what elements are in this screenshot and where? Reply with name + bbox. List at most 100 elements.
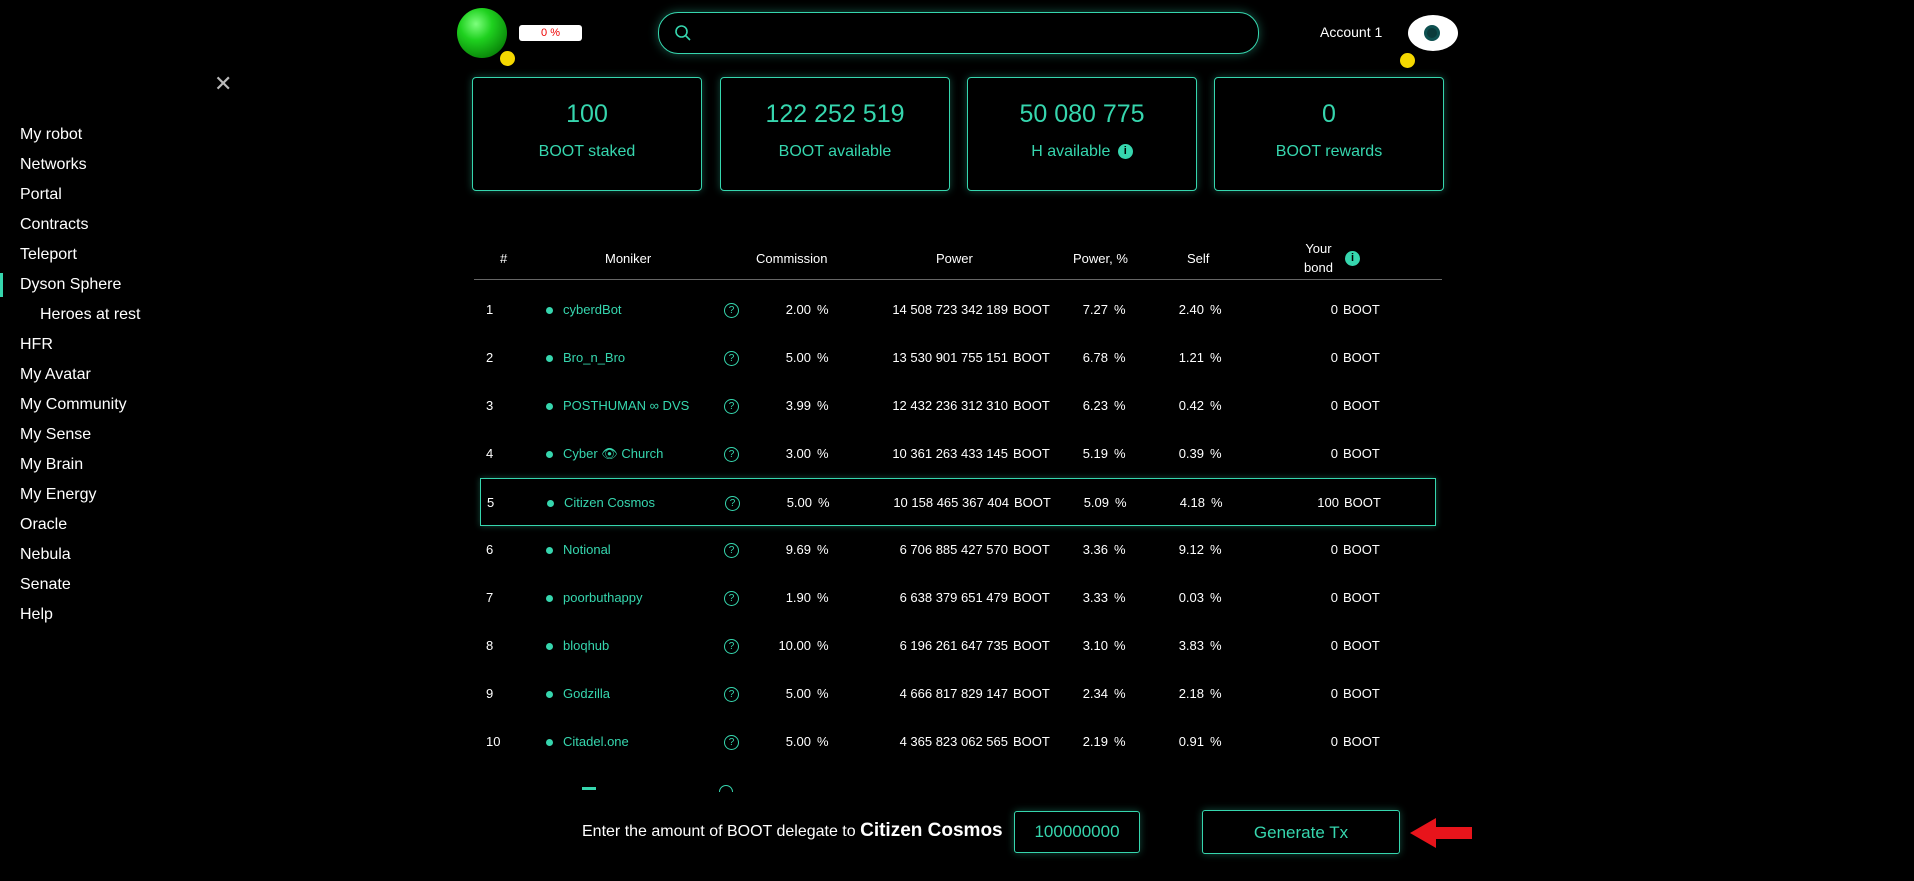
sidebar-item-heroes-at-rest[interactable]: Heroes at rest bbox=[0, 300, 300, 330]
power-pct-value: 5.09 bbox=[1083, 495, 1109, 510]
table-row[interactable]: 8 bloqhub? 10.00% 6 196 261 647 735 BOOT 3.10… bbox=[474, 622, 1442, 670]
help-icon[interactable]: ? bbox=[724, 687, 739, 702]
info-icon[interactable]: i bbox=[1117, 144, 1133, 160]
sidebar: My robot Networks Portal Contracts Teleport D… bbox=[0, 120, 300, 630]
bond-unit: BOOT bbox=[1343, 350, 1380, 365]
robot-orb-icon[interactable] bbox=[457, 8, 507, 58]
moniker-link[interactable]: poorbuthappy bbox=[563, 574, 643, 622]
moniker-link[interactable]: Bro_n_Bro bbox=[563, 334, 625, 382]
table-row[interactable]: 10 Citadel.one? 5.00% 4 365 823 062 565 BOOT… bbox=[474, 718, 1442, 766]
table-row[interactable]: 2 Bro_n_Bro? 5.00% 13 530 901 755 151 BOOT 6.… bbox=[474, 334, 1442, 382]
generate-tx-button[interactable]: Generate Tx bbox=[1202, 810, 1400, 854]
sidebar-item-my-brain[interactable]: My Brain bbox=[0, 450, 300, 480]
eye-avatar-icon[interactable] bbox=[1408, 15, 1458, 51]
commission-unit: % bbox=[817, 686, 829, 701]
self-unit: % bbox=[1210, 686, 1222, 701]
help-icon[interactable]: ? bbox=[724, 447, 739, 462]
sidebar-item-teleport[interactable]: Teleport bbox=[0, 240, 300, 270]
status-dot-icon bbox=[546, 643, 553, 650]
sidebar-item-my-sense[interactable]: My Sense bbox=[0, 420, 300, 450]
account-label[interactable]: Account 1 bbox=[1320, 24, 1382, 40]
commission-unit: % bbox=[817, 542, 829, 557]
moniker-link[interactable]: Notional bbox=[563, 526, 611, 574]
moniker-link[interactable]: Cyber 👁 Church bbox=[563, 430, 663, 478]
col-your-bond-line2: bond bbox=[1304, 260, 1333, 275]
self-unit: % bbox=[1210, 446, 1222, 461]
sidebar-item-my-avatar[interactable]: My Avatar bbox=[0, 360, 300, 390]
help-icon[interactable]: ? bbox=[724, 735, 739, 750]
moniker-link[interactable]: cyberdBot bbox=[563, 286, 622, 334]
status-dot-icon bbox=[546, 595, 553, 602]
bond-unit: BOOT bbox=[1343, 398, 1380, 413]
card-value: 50 080 775 bbox=[1019, 100, 1145, 128]
power-pct-value: 3.33 bbox=[1082, 590, 1108, 605]
col-commission[interactable]: Commission bbox=[756, 237, 828, 279]
power-pct-value: 5.19 bbox=[1082, 446, 1108, 461]
table-row[interactable]: 1 cyberdBot? 2.00% 14 508 723 342 189 BOOT 7.… bbox=[474, 286, 1442, 334]
moniker-link[interactable]: POSTHUMAN ∞ DVS bbox=[563, 382, 689, 430]
col-power-pct[interactable]: Power, % bbox=[1073, 237, 1128, 279]
card-label: BOOT available bbox=[778, 143, 892, 160]
card-label-wrap: H available i bbox=[968, 143, 1196, 161]
self-value: 0.39 bbox=[1178, 446, 1204, 461]
table-row[interactable]: 7 poorbuthappy? 1.90% 6 638 379 651 479 BOOT… bbox=[474, 574, 1442, 622]
commission-value: 5.00 bbox=[785, 686, 811, 701]
sidebar-item-hfr[interactable]: HFR bbox=[0, 330, 300, 360]
search-icon bbox=[675, 25, 691, 41]
self-unit: % bbox=[1210, 302, 1222, 317]
self-value: 0.03 bbox=[1178, 590, 1204, 605]
help-icon[interactable]: ? bbox=[724, 351, 739, 366]
sidebar-item-contracts[interactable]: Contracts bbox=[0, 210, 300, 240]
sidebar-item-portal[interactable]: Portal bbox=[0, 180, 300, 210]
sidebar-item-help[interactable]: Help bbox=[0, 600, 300, 630]
sidebar-item-senate[interactable]: Senate bbox=[0, 570, 300, 600]
help-icon[interactable]: ? bbox=[724, 399, 739, 414]
table-row[interactable]: 6 Notional? 9.69% 6 706 885 427 570 BOOT 3.36… bbox=[474, 526, 1442, 574]
help-icon[interactable]: ? bbox=[724, 543, 739, 558]
col-your-bond[interactable]: Your bond bbox=[1304, 237, 1333, 279]
sidebar-item-my-robot[interactable]: My robot bbox=[0, 120, 300, 150]
sidebar-item-my-community[interactable]: My Community bbox=[0, 390, 300, 420]
moniker-link[interactable]: Citadel.one bbox=[563, 718, 629, 766]
sidebar-item-my-energy[interactable]: My Energy bbox=[0, 480, 300, 510]
col-self[interactable]: Self bbox=[1187, 237, 1209, 279]
help-icon[interactable]: ? bbox=[724, 591, 739, 606]
sidebar-item-dyson-sphere[interactable]: Dyson Sphere bbox=[0, 270, 300, 300]
moniker-link[interactable]: bloqhub bbox=[563, 622, 609, 670]
power-value: 10 158 465 367 404 bbox=[893, 495, 1009, 510]
table-row[interactable]: 4 Cyber 👁 Church? 3.00% 10 361 263 433 145 B… bbox=[474, 430, 1442, 478]
table-row[interactable]: 5 Citizen Cosmos? 5.00% 10 158 465 367 404 B… bbox=[480, 478, 1436, 526]
row-number: 1 bbox=[486, 302, 494, 317]
col-power[interactable]: Power bbox=[936, 237, 973, 279]
moniker-link[interactable]: Citizen Cosmos bbox=[564, 479, 655, 527]
row-number: 4 bbox=[486, 446, 494, 461]
col-moniker[interactable]: Moniker bbox=[605, 237, 651, 279]
search-bar[interactable] bbox=[658, 12, 1259, 54]
power-value: 4 666 817 829 147 bbox=[899, 686, 1008, 701]
row-number: 3 bbox=[486, 398, 494, 413]
search-input[interactable] bbox=[704, 21, 1228, 47]
commission-unit: % bbox=[817, 590, 829, 605]
info-icon[interactable]: i bbox=[1345, 250, 1360, 266]
help-icon[interactable]: ? bbox=[724, 639, 739, 654]
close-sidebar-icon[interactable]: ✕ bbox=[214, 73, 232, 95]
table-row[interactable]: 9 Godzilla? 5.00% 4 666 817 829 147 BOOT 2.34… bbox=[474, 670, 1442, 718]
power-value: 6 196 261 647 735 bbox=[899, 638, 1008, 653]
commission-unit: % bbox=[817, 302, 829, 317]
sidebar-item-nebula[interactable]: Nebula bbox=[0, 540, 300, 570]
power-pct-unit: % bbox=[1114, 590, 1126, 605]
status-dot-icon bbox=[500, 51, 515, 66]
help-icon[interactable]: ? bbox=[725, 496, 740, 511]
card-value: 0 bbox=[1322, 100, 1336, 128]
sidebar-item-oracle[interactable]: Oracle bbox=[0, 510, 300, 540]
power-value: 4 365 823 062 565 bbox=[899, 734, 1008, 749]
delegate-target: Citizen Cosmos bbox=[860, 820, 1003, 841]
help-icon[interactable]: ? bbox=[724, 303, 739, 318]
power-pct-value: 6.23 bbox=[1082, 398, 1108, 413]
amount-input[interactable] bbox=[1014, 811, 1140, 853]
moniker-link[interactable]: Godzilla bbox=[563, 670, 610, 718]
table-row[interactable]: 3 POSTHUMAN ∞ DVS? 3.99% 12 432 236 312 310… bbox=[474, 382, 1442, 430]
self-value: 0.91 bbox=[1178, 734, 1204, 749]
self-unit: % bbox=[1210, 734, 1222, 749]
sidebar-item-networks[interactable]: Networks bbox=[0, 150, 300, 180]
